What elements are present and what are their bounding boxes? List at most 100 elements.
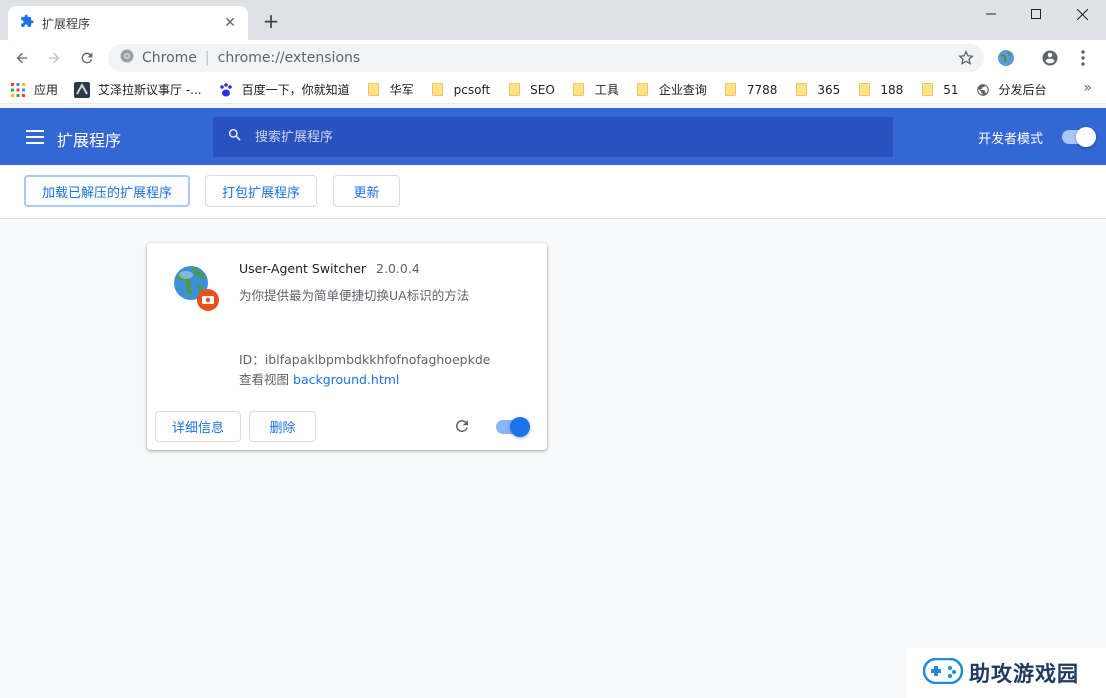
chrome-logo-icon (120, 49, 134, 67)
menu-button[interactable] (1069, 44, 1097, 72)
bookmark-site[interactable]: 艾泽拉斯议事厅 -... (74, 78, 202, 102)
minimize-icon (986, 13, 996, 15)
apps-grid-icon (10, 82, 26, 98)
puzzle-icon (20, 14, 34, 32)
update-button[interactable]: 更新 (333, 175, 400, 207)
bookmark-folder-tools[interactable]: 工具 (571, 78, 619, 102)
back-button[interactable] (8, 44, 36, 72)
search-input[interactable] (255, 129, 855, 145)
new-tab-button[interactable]: + (260, 10, 282, 32)
tab-close-icon[interactable]: ✕ (222, 15, 238, 31)
pack-extension-button[interactable]: 打包扩展程序 (205, 175, 317, 207)
folder-icon (856, 82, 872, 98)
forward-button[interactable] (40, 44, 68, 72)
hamburger-menu-icon[interactable] (26, 130, 44, 144)
back-arrow-icon (16, 52, 28, 64)
extension-description: 为你提供最为简单便捷切换UA标识的方法 (239, 288, 470, 303)
toolbar: Chrome | chrome://extensions (0, 40, 1106, 76)
dev-mode-toggle[interactable] (1062, 127, 1096, 147)
address-bar[interactable]: Chrome | chrome://extensions (108, 44, 984, 72)
extension-id-value: iblfapaklbpmbdkkhfofnofaghoepkde (264, 352, 491, 367)
extension-card: User-Agent Switcher 2.0.0.4 为你提供最为简单便捷切换… (147, 243, 547, 450)
minimize-button[interactable] (968, 0, 1014, 28)
bookmark-label: 51 (943, 82, 959, 97)
bookmark-label: 企业查询 (658, 83, 707, 97)
folder-icon (919, 82, 935, 98)
omnibox-separator: | (204, 50, 210, 66)
baidu-paw-icon (218, 82, 234, 98)
bookmark-folder-pcsoft[interactable]: pcsoft (430, 78, 491, 102)
extension-version: 2.0.0.4 (376, 261, 420, 276)
bookmark-apps[interactable]: 应用 (10, 78, 58, 102)
bookmark-folder-company[interactable]: 企业查询 (635, 78, 707, 102)
gamepad-icon (922, 657, 964, 688)
bookmark-folder-huajun[interactable]: 华军 (366, 78, 414, 102)
remove-button[interactable]: 删除 (249, 411, 316, 442)
account-circle-icon (1042, 50, 1058, 66)
maximize-button[interactable] (1013, 0, 1059, 28)
details-button[interactable]: 详细信息 (155, 411, 241, 442)
extension-views: 查看视图 background.html (239, 369, 399, 388)
bookmark-label: 分发后台 (998, 83, 1047, 97)
bookmark-label: 365 (817, 82, 841, 97)
reload-button[interactable] (73, 44, 101, 72)
developer-action-bar: 加载已解压的扩展程序 打包扩展程序 更新 (0, 165, 1106, 219)
folder-icon (571, 82, 587, 98)
bookmark-label: SEO (530, 82, 555, 97)
bookmark-label: 华军 (389, 83, 414, 97)
folder-icon (793, 82, 809, 98)
bookmark-label: 7788 (746, 82, 778, 97)
bookmark-label: 188 (880, 82, 904, 97)
forward-arrow-icon (48, 52, 60, 64)
bookmarks-overflow-icon[interactable]: » (1083, 80, 1092, 96)
folder-icon (506, 82, 522, 98)
folder-icon (366, 82, 382, 98)
search-icon (227, 127, 243, 147)
extension-toolbar-button[interactable] (992, 44, 1020, 72)
profile-button[interactable] (1036, 44, 1064, 72)
bookmark-distribution[interactable]: 分发后台 (975, 78, 1047, 102)
bookmark-folder-51[interactable]: 51 (919, 78, 959, 102)
bookmark-folder-7788[interactable]: 7788 (723, 78, 778, 102)
bookmark-folder-188[interactable]: 188 (856, 78, 903, 102)
extension-name: User-Agent Switcher 2.0.0.4 (239, 261, 420, 276)
dev-mode-label: 开发者模式 (978, 132, 1044, 147)
toggle-knob (510, 417, 530, 437)
folder-icon (430, 82, 446, 98)
close-icon (1076, 8, 1088, 20)
site-icon (74, 81, 91, 98)
omnibox-host: Chrome (142, 50, 197, 66)
bookmarks-bar: 应用 艾泽拉斯议事厅 -... 百度一下，你就知道 华军 pcsoft SEO … (0, 76, 1106, 104)
load-unpacked-button[interactable]: 加载已解压的扩展程序 (24, 175, 190, 207)
bookmark-baidu[interactable]: 百度一下，你就知道 (218, 78, 350, 102)
bookmark-label: 艾泽拉斯议事厅 -... (98, 83, 202, 97)
close-window-button[interactable] (1059, 0, 1105, 28)
maximize-icon (1031, 9, 1041, 19)
tab-title: 扩展程序 (42, 16, 91, 31)
user-agent-switcher-icon (173, 265, 221, 313)
tab-strip: 扩展程序 ✕ + (0, 0, 1106, 40)
background-page-link[interactable]: background.html (293, 372, 399, 387)
omnibox-url[interactable]: chrome://extensions (218, 50, 361, 66)
bookmark-folder-seo[interactable]: SEO (506, 78, 555, 102)
bookmark-label: 百度一下，你就知道 (241, 83, 350, 97)
tab-extensions[interactable]: 扩展程序 ✕ (8, 6, 248, 40)
extensions-header: 扩展程序 开发者模式 (0, 108, 1106, 165)
watermark: 助攻游戏园 (907, 648, 1106, 698)
bookmark-star-icon[interactable] (958, 50, 974, 70)
bookmark-label: 应用 (34, 83, 59, 97)
reload-extension-icon[interactable] (453, 417, 473, 437)
page-title: 扩展程序 (57, 131, 122, 150)
search-bar[interactable] (213, 117, 893, 157)
folder-icon (723, 82, 739, 98)
watermark-text: 助攻游戏园 (969, 662, 1079, 686)
extension-id: ID：iblfapaklbpmbdkkhfofnofaghoepkde (239, 349, 490, 368)
globe-icon (975, 82, 991, 98)
views-label: 查看视图 (239, 372, 290, 387)
extension-enable-toggle[interactable] (496, 417, 530, 437)
extension-id-label: ID： (239, 352, 265, 367)
bookmark-folder-365[interactable]: 365 (793, 78, 840, 102)
reload-icon (81, 52, 93, 64)
bookmark-label: pcsoft (453, 82, 491, 97)
toggle-knob (1076, 127, 1096, 147)
